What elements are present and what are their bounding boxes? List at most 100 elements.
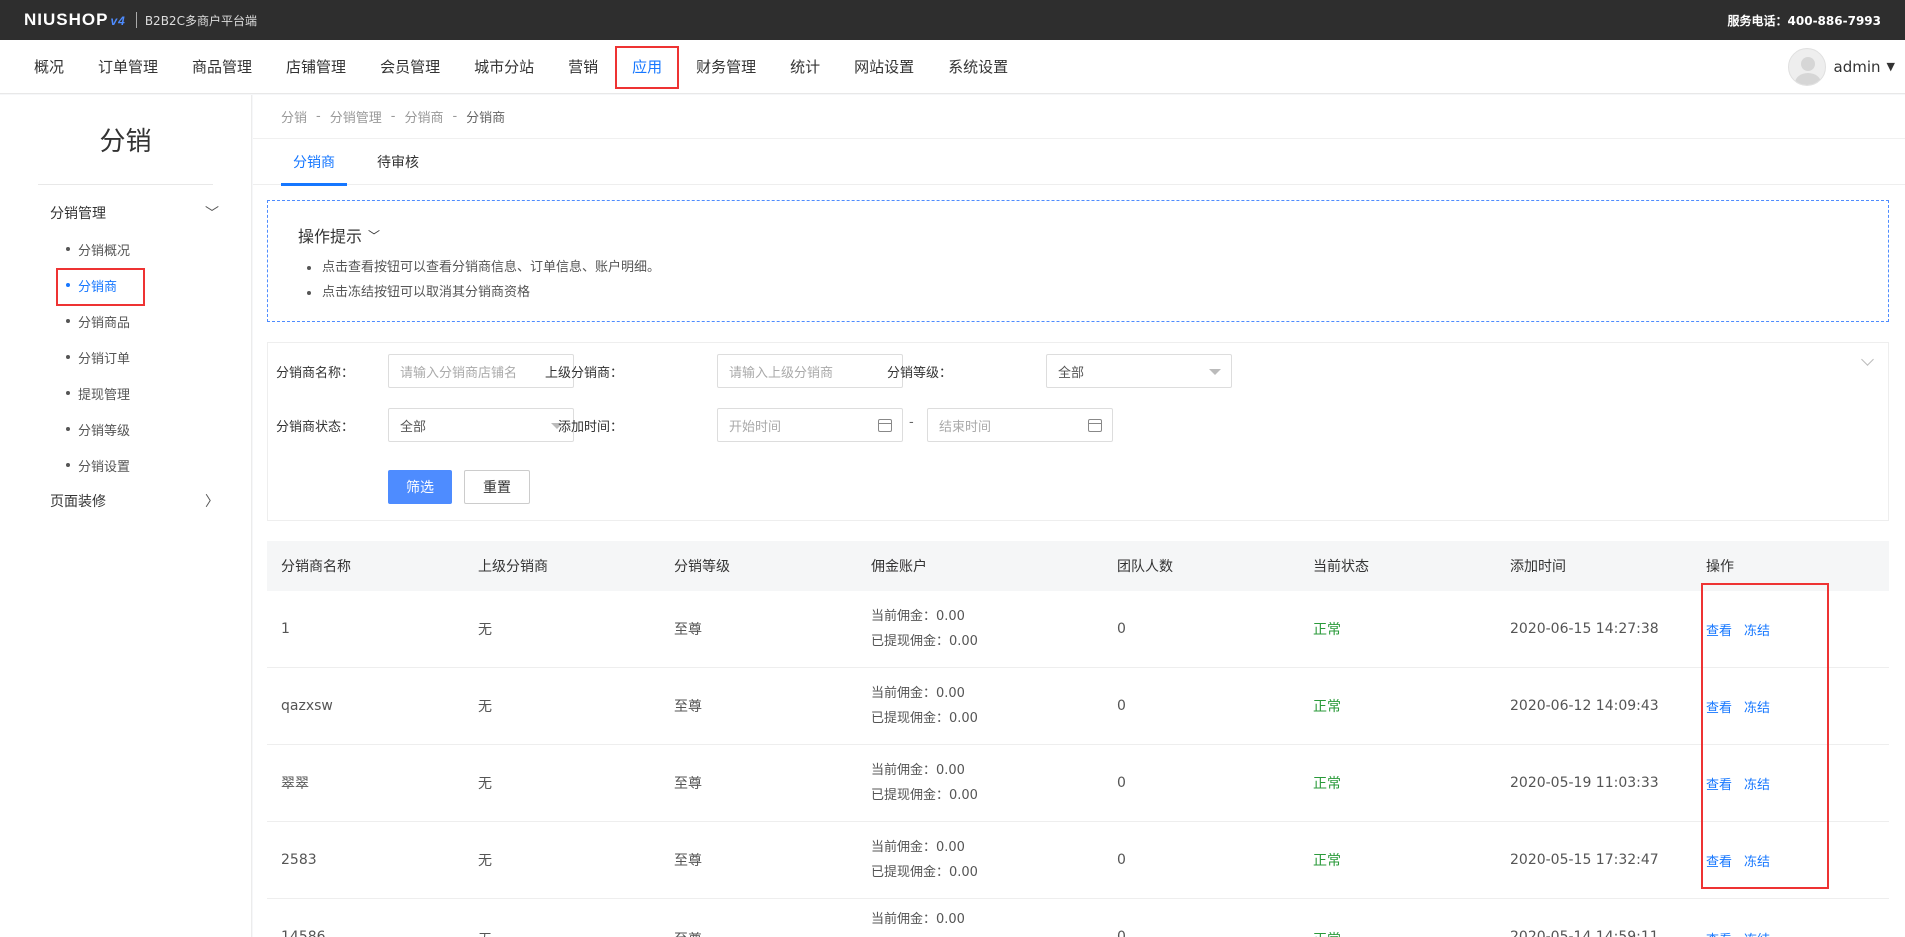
nav-overview[interactable]: 概况 bbox=[17, 40, 81, 94]
row-actions: 查看冻结 bbox=[1706, 620, 1782, 639]
view-link[interactable]: 查看 bbox=[1706, 933, 1732, 937]
calendar-icon bbox=[1088, 419, 1102, 432]
current-commission: 当前佣金：0.00 bbox=[871, 763, 965, 778]
service-phone: 服务电话：400-886-7993 bbox=[1727, 13, 1881, 28]
freeze-link[interactable]: 冻结 bbox=[1744, 624, 1770, 639]
sidebar-group-page-decoration[interactable]: 页面装修 〉 bbox=[0, 483, 251, 519]
row-actions: 查看 冻结 bbox=[1706, 929, 1782, 937]
sidebar-group-label: 页面装修 bbox=[50, 494, 106, 510]
view-link[interactable]: 查看 bbox=[1706, 701, 1732, 716]
date-range-dash: - bbox=[909, 415, 914, 430]
sidebar-item-settings[interactable]: 分销设置 bbox=[0, 447, 251, 483]
level-select-value: 全部 bbox=[1058, 365, 1085, 381]
logo[interactable]: NIUSHOP v4 bbox=[24, 10, 126, 30]
distributor-name: qazxsw bbox=[281, 698, 333, 714]
col-header: 分销商名称 bbox=[281, 559, 351, 575]
nav-goods[interactable]: 商品管理 bbox=[175, 40, 269, 94]
main-nav: 概况 订单管理 商品管理 店铺管理 会员管理 城市分站 营销 应用 财务管理 统… bbox=[0, 40, 1905, 94]
sidebar-item-goods[interactable]: 分销商品 bbox=[0, 303, 251, 339]
tips-toggle[interactable]: 操作提示 ﹀ bbox=[298, 223, 1888, 247]
breadcrumb-item[interactable]: 分销管理 bbox=[330, 107, 382, 126]
bullet-icon bbox=[66, 463, 70, 467]
added-time: 2020-05-15 17:32:47 bbox=[1510, 852, 1659, 868]
tip-item: 点击查看按钮可以查看分销商信息、订单信息、账户明细。 bbox=[298, 255, 1888, 280]
top-bar: NIUSHOP v4 B2B2C多商户平台端 服务电话：400-886-7993 bbox=[0, 0, 1905, 40]
reset-button[interactable]: 重置 bbox=[464, 470, 530, 504]
tips-title: 操作提示 bbox=[298, 227, 363, 246]
col-header: 操作 bbox=[1706, 559, 1734, 575]
end-time-input[interactable]: 结束时间 bbox=[927, 408, 1113, 442]
sidebar-item-orders[interactable]: 分销订单 bbox=[0, 339, 251, 375]
sidebar-item-withdraw[interactable]: 提现管理 bbox=[0, 375, 251, 411]
sidebar-item-levels[interactable]: 分销等级 bbox=[0, 411, 251, 447]
freeze-link[interactable]: 冻结 bbox=[1744, 933, 1770, 937]
sidebar-group-distribution[interactable]: 分销管理 ﹀ bbox=[0, 195, 251, 231]
freeze-link[interactable]: 冻结 bbox=[1744, 778, 1770, 793]
nav-city-station[interactable]: 城市分站 bbox=[457, 40, 551, 94]
nav-apps[interactable]: 应用 bbox=[615, 40, 680, 94]
view-link[interactable]: 查看 bbox=[1706, 778, 1732, 793]
nav-statistics[interactable]: 统计 bbox=[773, 40, 837, 94]
distributor-level: 至尊 bbox=[674, 699, 702, 715]
parent-distributor: 无 bbox=[478, 776, 492, 792]
added-time: 2020-05-14 14:59:11 bbox=[1510, 929, 1659, 937]
col-header: 添加时间 bbox=[1510, 559, 1566, 575]
collapse-chevron-icon[interactable] bbox=[1861, 353, 1874, 366]
commission-account: 当前佣金：0.00 已提现佣金：0.00 bbox=[871, 758, 978, 808]
status-select-value: 全部 bbox=[400, 419, 427, 435]
current-commission: 当前佣金：0.00 bbox=[871, 912, 965, 927]
commission-account: 当前佣金：0.00 已提现佣金：0.00 bbox=[871, 835, 978, 885]
team-size: 0 bbox=[1117, 621, 1126, 637]
withdrawn-commission: 已提现佣金：0.00 bbox=[871, 788, 978, 803]
freeze-link[interactable]: 冻结 bbox=[1744, 701, 1770, 716]
added-time: 2020-06-15 14:27:38 bbox=[1510, 621, 1659, 637]
parent-distributor: 无 bbox=[478, 929, 492, 937]
view-link[interactable]: 查看 bbox=[1706, 624, 1732, 639]
view-link[interactable]: 查看 bbox=[1706, 855, 1732, 870]
breadcrumb-item[interactable]: 分销商 bbox=[404, 107, 443, 126]
withdrawn-commission: 已提现佣金：0.00 bbox=[871, 711, 978, 726]
col-header: 分销等级 bbox=[674, 559, 730, 575]
sidebar-item-overview[interactable]: 分销概况 bbox=[0, 231, 251, 267]
team-size: 0 bbox=[1117, 698, 1126, 714]
team-size: 0 bbox=[1117, 775, 1126, 791]
sidebar-item-label: 分销商品 bbox=[78, 315, 131, 331]
end-time-placeholder: 结束时间 bbox=[939, 419, 992, 435]
tip-item: 点击冻结按钮可以取消其分销商资格 bbox=[298, 280, 1888, 305]
dropdown-arrow-icon bbox=[1209, 369, 1221, 375]
nav-shops[interactable]: 店铺管理 bbox=[269, 40, 363, 94]
row-actions: 查看冻结 bbox=[1706, 774, 1782, 793]
calendar-icon bbox=[878, 419, 892, 432]
parent-distributor-label: 上级分销商： bbox=[544, 366, 623, 381]
sidebar-item-distributors[interactable]: 分销商 bbox=[0, 267, 251, 306]
sidebar-item-label: 分销商 bbox=[78, 279, 118, 295]
freeze-link[interactable]: 冻结 bbox=[1744, 855, 1770, 870]
tab-pending-review[interactable]: 待审核 bbox=[365, 139, 431, 185]
distributor-name: 14586 bbox=[281, 929, 326, 937]
level-select[interactable]: 全部 bbox=[1046, 354, 1232, 388]
parent-distributor: 无 bbox=[478, 699, 492, 715]
user-menu[interactable]: admin ▼ bbox=[1787, 47, 1905, 86]
start-time-input[interactable]: 开始时间 bbox=[717, 408, 903, 442]
tab-distributors[interactable]: 分销商 bbox=[281, 139, 347, 186]
add-time-label: 添加时间： bbox=[557, 420, 623, 435]
added-time: 2020-05-19 11:03:33 bbox=[1510, 775, 1659, 791]
nav-marketing[interactable]: 营销 bbox=[551, 40, 615, 94]
chevron-right-icon: 〉 bbox=[205, 494, 219, 510]
nav-members[interactable]: 会员管理 bbox=[363, 40, 457, 94]
distributor-level: 至尊 bbox=[674, 622, 702, 638]
distributor-name: 1 bbox=[281, 621, 290, 637]
status-text: 正常 bbox=[1313, 622, 1341, 638]
nav-orders[interactable]: 订单管理 bbox=[81, 40, 175, 94]
breadcrumb-item[interactable]: 分销 bbox=[281, 107, 307, 126]
nav-system-settings[interactable]: 系统设置 bbox=[931, 40, 1025, 94]
caret-down-icon: ▼ bbox=[1886, 60, 1895, 73]
nav-finance[interactable]: 财务管理 bbox=[679, 40, 773, 94]
status-label: 分销商状态： bbox=[275, 420, 354, 435]
table-row: 2583 无 至尊 当前佣金：0.00 已提现佣金：0.00 0 正常 2020-… bbox=[267, 822, 1889, 899]
status-text: 正常 bbox=[1313, 929, 1341, 937]
parent-distributor: 无 bbox=[478, 622, 492, 638]
filter-button[interactable]: 筛选 bbox=[388, 470, 452, 504]
level-label: 分销等级： bbox=[886, 366, 952, 381]
nav-site-settings[interactable]: 网站设置 bbox=[837, 40, 931, 94]
